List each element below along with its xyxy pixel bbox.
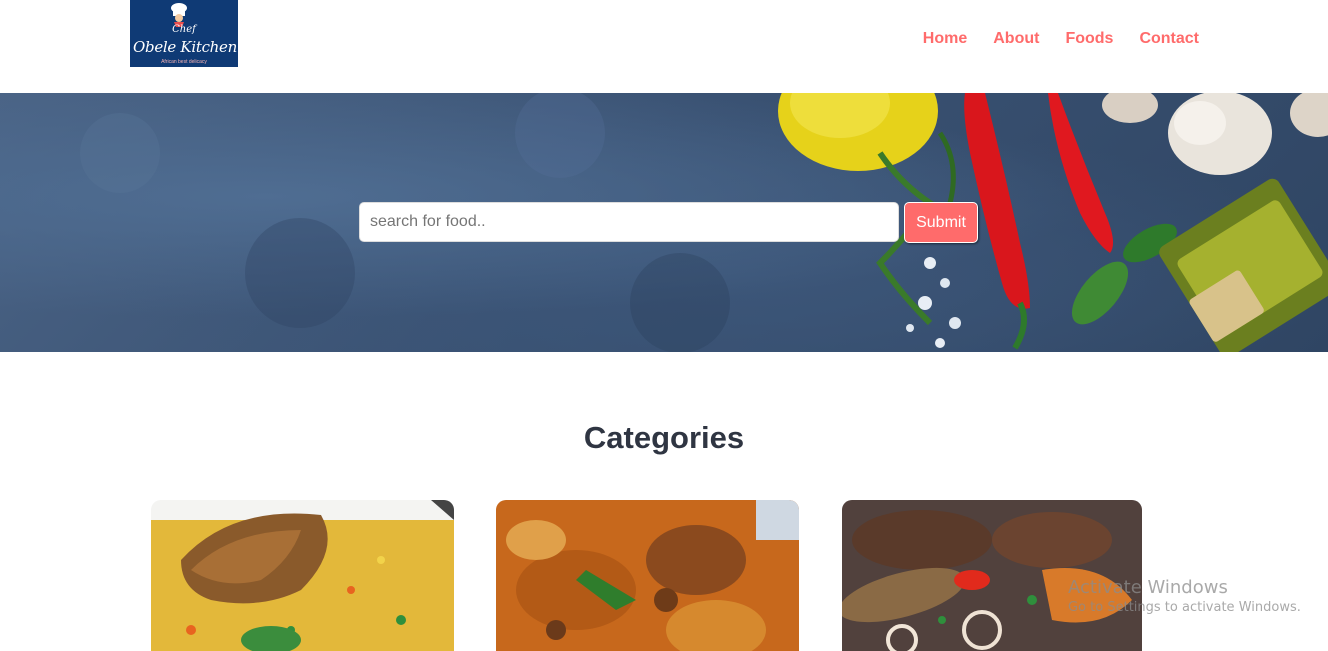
- category-card-2[interactable]: [496, 500, 799, 651]
- logo-chef-text: Chef: [172, 24, 196, 35]
- activate-windows-watermark: Activate Windows Go to Settings to activ…: [1068, 577, 1301, 617]
- main-nav: Home About Foods Contact: [923, 29, 1199, 49]
- nav-contact-link[interactable]: Contact: [1139, 29, 1199, 49]
- jollof-rice-chicken-image: [151, 500, 454, 651]
- site-logo[interactable]: Chef Obele Kitchen African best delicacy: [130, 0, 238, 67]
- hero-banner: Submit: [0, 93, 1328, 352]
- logo-brand-text: Obele Kitchen: [133, 38, 237, 56]
- watermark-title: Activate Windows: [1068, 577, 1228, 598]
- watermark-subtitle: Go to Settings to activate Windows.: [1068, 600, 1301, 615]
- site-header: Chef Obele Kitchen African best delicacy…: [0, 0, 1328, 93]
- submit-button[interactable]: Submit: [904, 202, 978, 243]
- nav-about-link[interactable]: About: [993, 29, 1039, 49]
- search-input[interactable]: [359, 202, 899, 242]
- fried-fish-plantain-image: [842, 500, 1142, 651]
- categories-title: Categories: [583, 420, 745, 455]
- pepper-soup-image: [496, 500, 799, 651]
- category-card-3[interactable]: [842, 500, 1142, 651]
- nav-home-link[interactable]: Home: [923, 29, 967, 49]
- nav-foods-link[interactable]: Foods: [1065, 29, 1113, 49]
- logo-tagline: African best delicacy: [161, 59, 207, 65]
- category-card-1[interactable]: [151, 500, 454, 651]
